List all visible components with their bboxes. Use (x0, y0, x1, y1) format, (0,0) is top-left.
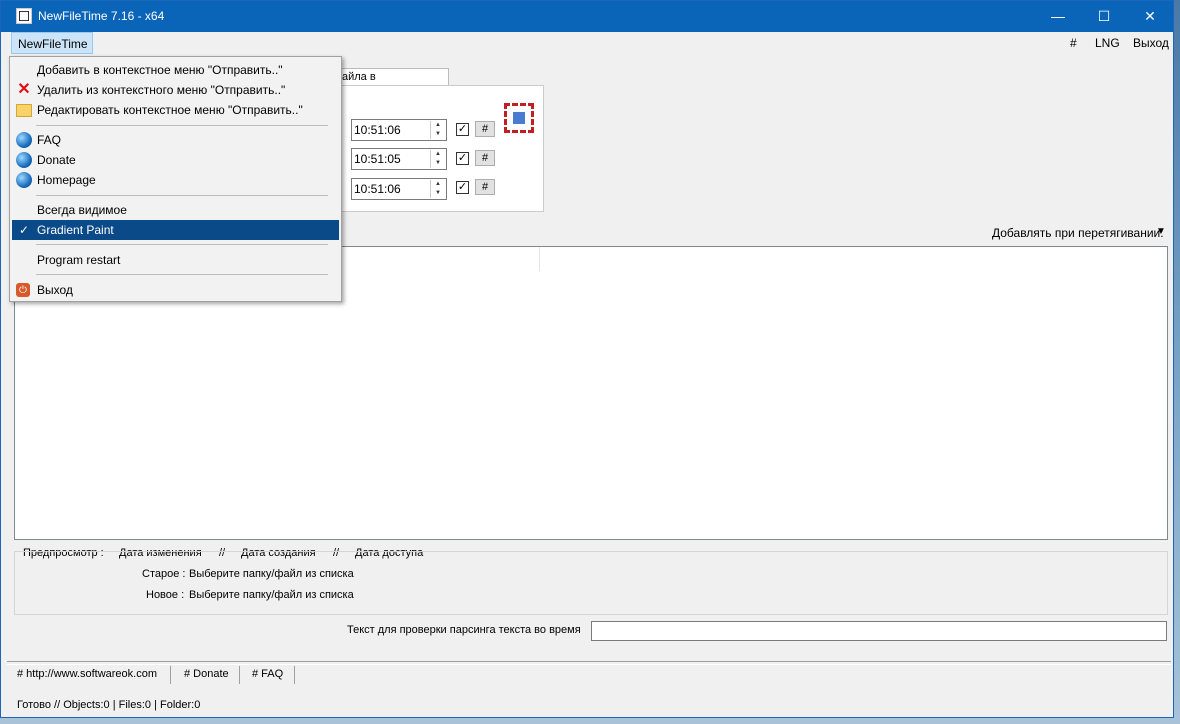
menu-item-label: FAQ (37, 133, 62, 147)
menu-item-label: Gradient Paint (37, 223, 114, 237)
globe-icon (16, 132, 32, 148)
menu-item-label: Добавить в контекстное меню "Отправить..… (37, 63, 283, 77)
menu-item-homepage[interactable]: Homepage (12, 170, 339, 190)
checkbox-accessed[interactable]: ✓ (456, 181, 469, 194)
time-value: 10:51:06 (354, 182, 401, 196)
close-icon: ✕ (17, 81, 31, 98)
spin-up-icon[interactable]: ▲ (431, 150, 445, 159)
menu-exit[interactable]: Выход (1127, 32, 1175, 54)
time-spinner[interactable]: ▲ ▼ (430, 180, 445, 198)
menu-item-always-visible[interactable]: Всегда видимое (12, 200, 339, 220)
menu-item-faq[interactable]: FAQ (12, 130, 339, 150)
menu-item-gradient-paint[interactable]: ✓ Gradient Paint (12, 220, 339, 240)
menu-separator (36, 195, 328, 196)
window-title: NewFileTime 7.16 - x64 (38, 9, 165, 23)
new-value: Выберите папку/файл из списка (189, 589, 354, 601)
menu-item-remove-send-to[interactable]: ✕ Удалить из контекстного меню "Отправит… (12, 80, 339, 100)
minimize-button[interactable]: — (1035, 1, 1081, 32)
menu-hash[interactable]: # (1064, 32, 1083, 54)
divider (7, 661, 1171, 665)
time-input-modified[interactable]: 10:51:06 ▲ ▼ (351, 119, 447, 141)
website-link[interactable]: # http://www.softwareok.com (17, 668, 157, 680)
menu-item-program-restart[interactable]: Program restart (12, 250, 339, 270)
close-button[interactable]: ✕ (1127, 1, 1173, 32)
spin-up-icon[interactable]: ▲ (431, 121, 445, 130)
status-text: Готово // Objects:0 | Files:0 | Folder:0 (17, 699, 201, 711)
divider (294, 666, 295, 684)
old-label: Старое : (142, 568, 186, 580)
menu-item-label: Homepage (37, 173, 96, 187)
spin-down-icon[interactable]: ▼ (431, 189, 445, 198)
preview-panel (14, 551, 1168, 615)
faq-link[interactable]: # FAQ (252, 668, 283, 680)
power-icon: ⏻ (16, 283, 30, 297)
divider (239, 666, 240, 684)
tab-filename-time[interactable]: айла в время_файла (337, 68, 449, 99)
menu-newfiletime[interactable]: NewFileTime (11, 32, 93, 54)
column-separator[interactable] (539, 247, 540, 271)
drag-add-label[interactable]: Добавлять при перетягивании: (992, 226, 1164, 240)
menu-separator (36, 125, 328, 126)
time-input-accessed[interactable]: 10:51:06 ▲ ▼ (351, 178, 447, 200)
app-window: NewFileTime 7.16 - x64 — ☐ ✕ NewFileTime… (0, 0, 1174, 718)
divider (170, 666, 171, 684)
menu-item-label: Редактировать контекстное меню "Отправит… (37, 103, 303, 117)
spin-down-icon[interactable]: ▼ (431, 159, 445, 168)
newfiletime-menu-dropdown: Добавить в контекстное меню "Отправить..… (9, 56, 342, 302)
menu-item-edit-send-to[interactable]: Редактировать контекстное меню "Отправит… (12, 100, 339, 120)
menu-item-label: Удалить из контекстного меню "Отправить.… (37, 83, 286, 97)
checkbox-modified[interactable]: ✓ (456, 123, 469, 136)
app-icon (16, 8, 32, 24)
old-value: Выберите папку/файл из списка (189, 568, 354, 580)
globe-icon (16, 152, 32, 168)
new-label: Новое : (146, 589, 185, 601)
menu-item-label: Donate (37, 153, 76, 167)
time-value: 10:51:05 (354, 152, 401, 166)
menu-item-label: Program restart (37, 253, 121, 267)
menu-item-exit[interactable]: ⏻ Выход (12, 280, 339, 300)
time-spinner[interactable]: ▲ ▼ (430, 150, 445, 168)
menu-separator (36, 274, 328, 275)
hash-button-modified[interactable]: # (475, 121, 495, 137)
time-input-created[interactable]: 10:51:05 ▲ ▼ (351, 148, 447, 170)
spin-down-icon[interactable]: ▼ (431, 130, 445, 139)
checkbox-created[interactable]: ✓ (456, 152, 469, 165)
checkmark-icon: ✓ (18, 223, 30, 237)
menu-item-label: Всегда видимое (37, 203, 127, 217)
hash-button-created[interactable]: # (475, 150, 495, 166)
app-logo-icon[interactable] (504, 103, 534, 133)
globe-icon (16, 172, 32, 188)
menu-item-add-send-to[interactable]: Добавить в контекстное меню "Отправить..… (12, 60, 339, 80)
parse-test-label: Текст для проверки парсинга текста во вр… (347, 624, 581, 636)
time-spinner[interactable]: ▲ ▼ (430, 121, 445, 139)
maximize-button[interactable]: ☐ (1081, 1, 1127, 32)
donate-link[interactable]: # Donate (184, 668, 229, 680)
parse-test-input[interactable] (591, 621, 1167, 641)
menu-item-donate[interactable]: Donate (12, 150, 339, 170)
menu-separator (36, 244, 328, 245)
chevron-down-icon[interactable]: ▼ (1156, 226, 1166, 237)
spin-up-icon[interactable]: ▲ (431, 180, 445, 189)
menu-lng[interactable]: LNG (1089, 32, 1126, 54)
folder-icon (16, 104, 32, 117)
title-bar: NewFileTime 7.16 - x64 — ☐ ✕ (1, 1, 1173, 32)
status-bar: Готово // Objects:0 | Files:0 | Folder:0 (1, 695, 1173, 717)
time-value: 10:51:06 (354, 123, 401, 137)
menu-bar: NewFileTime # LNG Выход (1, 32, 1173, 56)
hash-button-accessed[interactable]: # (475, 179, 495, 195)
menu-item-label: Выход (37, 283, 73, 297)
